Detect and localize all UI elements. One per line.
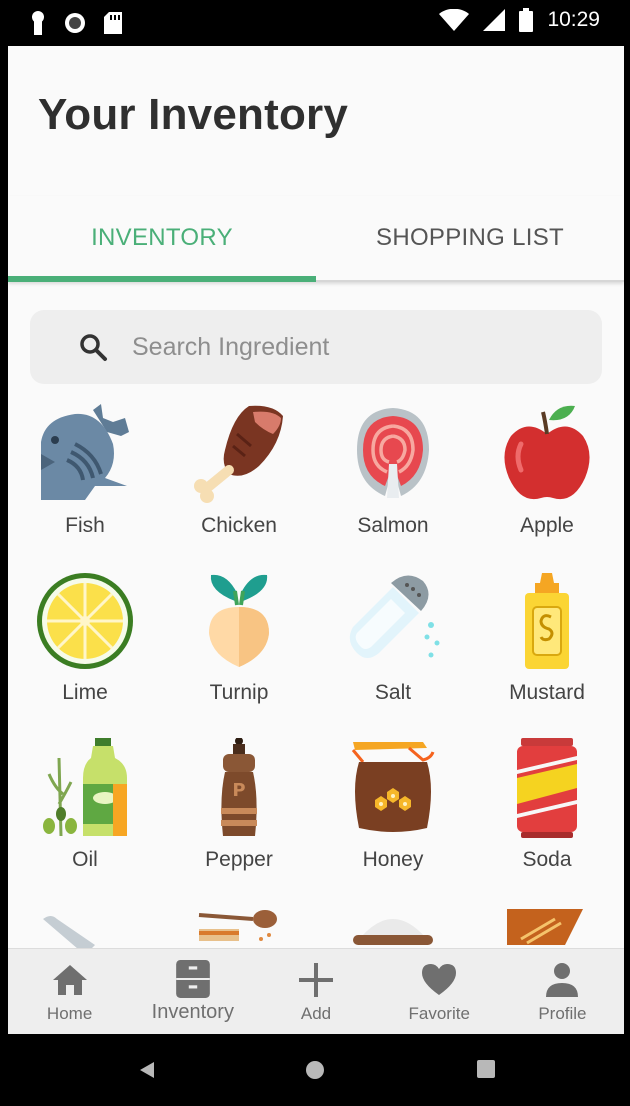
ingredient-label: Salt — [374, 681, 412, 704]
ingredient-item-lime[interactable]: Lime — [8, 567, 162, 727]
chicken-leg-icon — [194, 405, 283, 503]
pepper-grinder-icon: P — [221, 738, 257, 836]
fish-icon — [41, 404, 129, 500]
ingredient-grid: Fish Chicken Salmon Apple Lime Turnip Sa… — [8, 400, 624, 948]
ingredient-item-mustard[interactable]: Mustard — [470, 567, 624, 727]
nav-profile[interactable]: Profile — [501, 949, 624, 1034]
tab-shopping-list[interactable]: SHOPPING LIST — [316, 196, 624, 280]
ingredient-item-salmon[interactable]: Salmon — [316, 400, 470, 560]
ingredient-item-honey[interactable]: Honey — [316, 734, 470, 894]
ingredient-label: Lime — [62, 681, 108, 704]
ingredient-item-salt[interactable]: Salt — [316, 567, 470, 727]
back-icon[interactable] — [136, 1060, 156, 1080]
ingredient-label: Salmon — [357, 514, 429, 537]
ingredient-label: Mustard — [509, 681, 585, 704]
salmon-steak-icon — [357, 408, 429, 498]
bottom-nav: Home Inventory Add Favorite Profile — [8, 948, 624, 1034]
battery-icon — [519, 8, 534, 32]
ingredient-item-turnip[interactable]: Turnip — [162, 567, 316, 727]
nav-inventory-label: Inventory — [151, 1001, 234, 1023]
honey-jar-icon — [351, 742, 435, 832]
cabinet-icon — [175, 960, 210, 998]
app-window: Your Inventory INVENTORY SHOPPING LIST F… — [8, 46, 624, 1034]
apple-icon — [504, 405, 590, 500]
recents-icon[interactable] — [477, 1060, 495, 1078]
svg-text:P: P — [232, 780, 245, 801]
nav-favorite-label: Favorite — [408, 1004, 470, 1023]
oil-bottle-icon — [43, 738, 127, 837]
ingredient-label: Chicken — [201, 514, 277, 537]
keyhole-icon — [32, 11, 44, 35]
soda-can-icon — [517, 738, 577, 838]
ingredient-label: Soda — [522, 848, 572, 871]
sd-card-icon — [104, 12, 122, 34]
ingredient-label: Apple — [520, 514, 574, 537]
nav-favorite[interactable]: Favorite — [378, 949, 501, 1034]
system-nav-bar — [0, 1034, 630, 1106]
ingredient-label: Honey — [362, 848, 424, 871]
search-icon[interactable] — [78, 332, 108, 362]
sync-icon — [65, 13, 85, 33]
nav-add-label: Add — [300, 1004, 332, 1023]
ingredient-label: Oil — [72, 848, 98, 871]
ingredient-item-chicken[interactable]: Chicken — [162, 400, 316, 560]
knife-icon — [43, 916, 95, 948]
spoon-icon — [198, 910, 277, 941]
ingredient-label: Fish — [65, 514, 105, 537]
ingredient-item-partial[interactable] — [470, 901, 624, 948]
salt-shaker-icon — [349, 575, 440, 658]
search-bar — [30, 310, 602, 384]
turnip-icon — [209, 574, 269, 667]
ingredient-label: Pepper — [205, 848, 273, 871]
ingredient-item-pepper[interactable]: P Pepper — [162, 734, 316, 894]
page-title: Your Inventory — [38, 90, 349, 139]
ingredient-item-apple[interactable]: Apple — [470, 400, 624, 560]
flour-bowl-icon — [353, 919, 433, 945]
pasta-box-icon — [507, 909, 583, 945]
ingredient-item-partial[interactable] — [316, 901, 470, 948]
heart-icon — [422, 964, 457, 995]
tab-inventory[interactable]: INVENTORY — [8, 196, 316, 282]
nav-home-label: Home — [46, 1004, 93, 1023]
mustard-bottle-icon — [525, 573, 569, 669]
signal-icon — [483, 9, 506, 31]
tab-bar: INVENTORY SHOPPING LIST — [8, 196, 624, 282]
ingredient-item-partial[interactable] — [8, 901, 162, 948]
status-bar: 10:29 — [0, 0, 630, 46]
plus-icon — [299, 963, 333, 997]
nav-inventory[interactable]: Inventory — [131, 949, 254, 1034]
ingredient-item-fish[interactable]: Fish — [8, 400, 162, 560]
ingredient-item-oil[interactable]: Oil — [8, 734, 162, 894]
wifi-icon — [439, 9, 470, 31]
nav-add[interactable]: Add — [254, 949, 377, 1034]
nav-home[interactable]: Home — [8, 949, 131, 1034]
ingredient-item-partial[interactable] — [162, 901, 316, 948]
home-icon — [52, 965, 87, 995]
ingredient-label: Turnip — [209, 681, 269, 704]
ingredient-item-soda[interactable]: Soda — [470, 734, 624, 894]
home-button-icon[interactable] — [305, 1060, 325, 1080]
search-input[interactable] — [130, 331, 554, 363]
status-time: 10:29 — [547, 8, 600, 31]
person-icon — [546, 963, 579, 997]
lime-icon — [37, 573, 133, 669]
nav-profile-label: Profile — [538, 1004, 587, 1023]
